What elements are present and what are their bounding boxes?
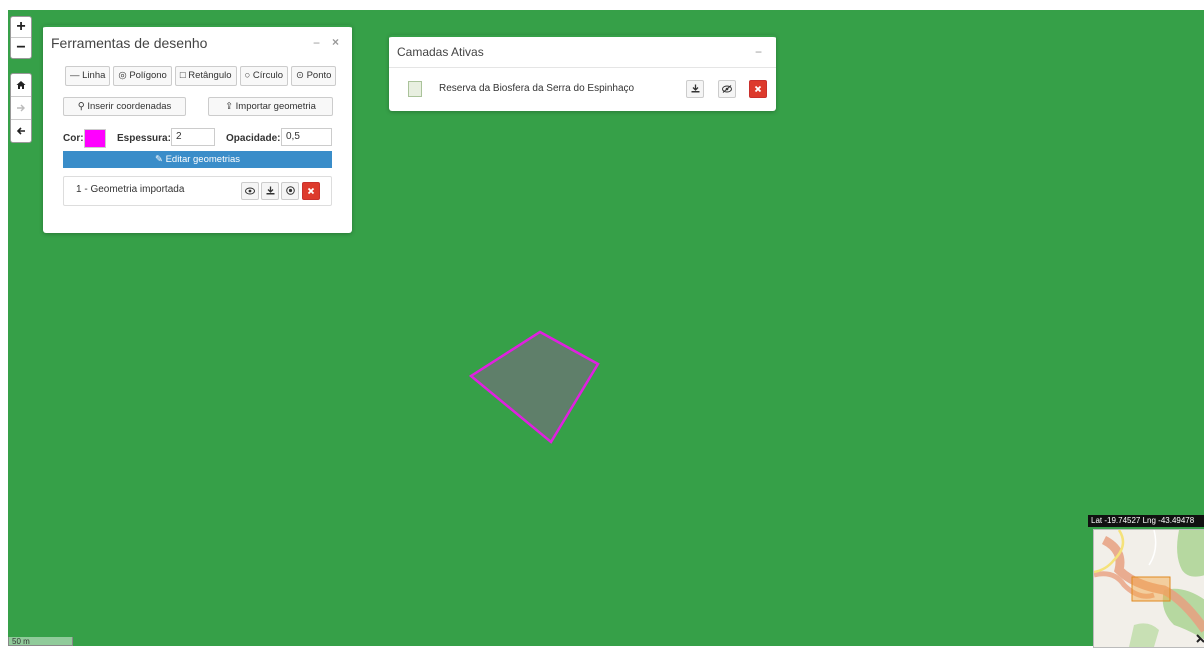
layer-remove-button[interactable] xyxy=(749,80,767,98)
target-icon xyxy=(285,186,295,195)
tool-polygon-button[interactable]: ◎ Polígono xyxy=(113,66,172,86)
forward-button[interactable] xyxy=(11,96,31,119)
thickness-label: Espessura: xyxy=(117,133,171,144)
geometry-label: 1 - Geometria importada xyxy=(76,184,185,195)
tool-line-button[interactable]: — Linha xyxy=(65,66,111,86)
drawing-tool-row: — Linha ◎ Polígono □ Retângulo ○ Círculo… xyxy=(65,66,337,86)
close-icon xyxy=(307,187,315,195)
geometry-delete-button[interactable] xyxy=(302,182,320,200)
home-icon xyxy=(16,81,26,89)
geometry-download-button[interactable] xyxy=(261,182,279,200)
active-layers-panel: Camadas Ativas − Reserva da Biosfera da … xyxy=(389,35,776,111)
close-icon xyxy=(754,85,762,93)
color-picker[interactable] xyxy=(84,129,106,148)
drawn-polygon-shape[interactable] xyxy=(468,330,600,444)
tool-circle-button[interactable]: ○ Círculo xyxy=(239,66,288,86)
minimap-viewport[interactable] xyxy=(1131,576,1171,602)
tool-point-button[interactable]: ⊙ Ponto xyxy=(291,66,337,86)
layer-name: Reserva da Biosfera da Serra do Espinhaç… xyxy=(439,83,635,94)
zoom-in-button[interactable]: + xyxy=(11,17,31,37)
scale-bar: 50 m xyxy=(8,637,73,646)
layers-panel-title: Camadas Ativas xyxy=(397,45,484,59)
color-label: Cor: xyxy=(63,133,84,144)
arrow-right-icon xyxy=(17,104,25,112)
insert-coordinates-button[interactable]: ⚲ Inserir coordenadas xyxy=(63,97,186,116)
eye-icon xyxy=(245,187,255,195)
zoom-control: + − xyxy=(10,16,32,59)
opacity-label: Opacidade: xyxy=(226,133,281,144)
layer-download-button[interactable] xyxy=(686,80,704,98)
drawing-panel-title: Ferramentas de desenho xyxy=(51,35,208,51)
minimap[interactable] xyxy=(1093,529,1204,648)
layers-divider xyxy=(389,67,776,68)
drawing-panel-minimize[interactable]: − xyxy=(313,36,320,50)
geometry-view-button[interactable] xyxy=(241,182,259,200)
layer-legend-icon xyxy=(408,81,422,97)
drawing-tools-panel: Ferramentas de desenho − × — Linha ◎ Pol… xyxy=(43,25,352,233)
tool-rectangle-button[interactable]: □ Retângulo xyxy=(174,66,237,86)
history-control xyxy=(10,73,32,143)
thickness-input[interactable]: 2 xyxy=(171,128,215,146)
opacity-input[interactable]: 0,5 xyxy=(281,128,332,146)
back-button[interactable] xyxy=(11,119,31,142)
layer-visibility-button[interactable] xyxy=(718,80,736,98)
drawing-panel-close[interactable]: × xyxy=(332,35,339,49)
home-button[interactable] xyxy=(11,74,31,96)
arrow-left-icon xyxy=(16,127,25,135)
zoom-out-button[interactable]: − xyxy=(11,37,31,58)
geometry-list-item: 1 - Geometria importada xyxy=(63,176,332,206)
layers-panel-minimize[interactable]: − xyxy=(755,45,762,59)
geometry-target-button[interactable] xyxy=(281,182,299,200)
import-geometry-button[interactable]: ⇪ Importar geometria xyxy=(208,97,333,116)
eye-slash-icon xyxy=(722,85,732,93)
minimap-terrain xyxy=(1094,530,1204,647)
download-icon xyxy=(691,84,699,93)
coordinates-readout: Lat -19.74527 Lng -43.49478 xyxy=(1088,515,1204,527)
download-icon xyxy=(266,186,274,195)
edit-geometries-button[interactable]: ✎ Editar geometrias xyxy=(63,151,332,168)
